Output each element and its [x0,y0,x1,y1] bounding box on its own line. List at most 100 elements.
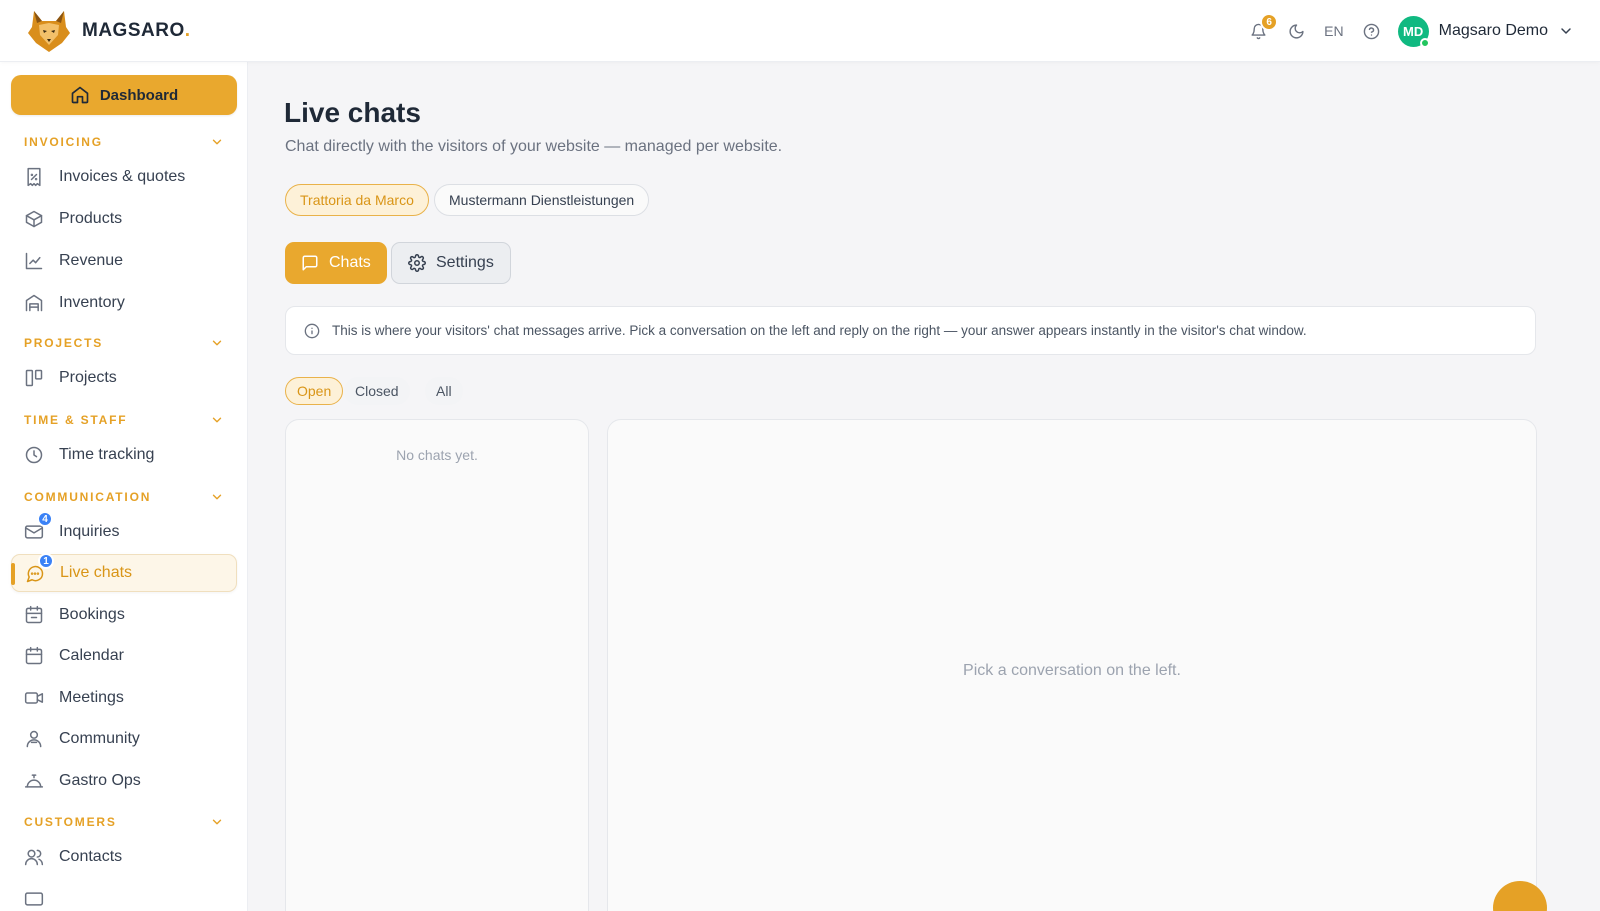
sidebar-item-inventory[interactable]: Inventory [11,284,237,322]
gear-icon [408,254,426,272]
sidebar-item-next[interactable] [11,880,237,911]
chevron-down-icon [212,340,222,346]
filter-open[interactable]: Open [285,377,344,405]
language-switcher[interactable]: EN [1324,23,1343,39]
message-square-icon [302,255,318,271]
tab-settings-label: Settings [436,254,494,271]
notifications-button[interactable]: 6 [1244,13,1279,45]
tab-chats[interactable]: Chats [285,242,387,284]
info-banner: This is where your visitors' chat messag… [285,306,1536,355]
brand-name: MAGSARO [82,20,185,41]
sidebar-item-products[interactable]: Products [11,200,237,238]
sidebar-item-live-chats[interactable]: 1 Live chats [11,553,237,592]
section-time-staff[interactable]: TIME & STAFF [24,412,224,428]
sidebar-item-label: Gastro Ops [59,772,141,789]
brand-logo[interactable]: MAGSARO. [28,9,191,53]
user-menu[interactable]: MD Magsaro Demo [1397,15,1574,48]
sidebar-item-label: Inventory [59,294,125,311]
sidebar-item-projects[interactable]: Projects [11,359,237,397]
section-communication[interactable]: COMMUNICATION [24,489,224,505]
sidebar: Dashboard INVOICING Invoices & quotes Pr… [0,62,248,911]
video-icon [24,692,44,704]
line-chart-icon [25,252,43,270]
tab-settings[interactable]: Settings [391,242,511,284]
info-text: This is where your visitors' chat messag… [332,323,1307,338]
chevron-down-icon [212,819,222,825]
avatar-initials: MD [1403,23,1424,39]
user-name: Magsaro Demo [1438,22,1548,39]
sidebar-item-revenue[interactable]: Revenue [11,242,237,280]
chevron-down-icon [212,494,222,500]
live-chats-count-badge: 1 [38,553,54,569]
website-chip-mustermann[interactable]: Mustermann Dienstleistungen [434,184,650,216]
section-title: PROJECTS [24,336,104,350]
chat-list-panel: No chats yet. [285,419,589,911]
moon-icon [1289,23,1304,39]
section-title: COMMUNICATION [24,490,152,504]
sidebar-item-bookings[interactable]: Bookings [11,596,237,634]
box-icon [25,210,43,228]
sidebar-item-label: Revenue [59,252,124,269]
filter-all[interactable]: All [425,377,463,405]
cloche-icon [24,774,44,788]
section-projects[interactable]: PROJECTS [24,335,224,351]
sidebar-item-gastro-ops[interactable]: Gastro Ops [11,762,237,800]
sidebar-item-inquiries[interactable]: 4 Inquiries [11,511,237,551]
active-indicator [11,563,15,585]
empty-conversation-message: Pick a conversation on the left. [963,662,1181,679]
users-icon [24,849,44,866]
page-subtitle: Chat directly with the visitors of your … [285,138,783,155]
home-icon [71,86,89,104]
sidebar-item-contacts[interactable]: Contacts [11,838,237,876]
main-content: Live chats Chat directly with the visito… [248,62,1600,911]
sidebar-item-community[interactable]: Community [11,720,237,758]
page-title: Live chats [284,97,421,128]
help-circle-icon [1363,23,1380,39]
help-button[interactable] [1358,17,1386,45]
brand-dot: . [184,20,191,41]
chevron-down-icon [212,139,222,145]
sidebar-item-calendar[interactable]: Calendar [11,637,237,675]
sidebar-item-label: Projects [59,369,117,386]
filter-closed[interactable]: Closed [344,377,410,405]
receipt-icon [27,167,41,187]
online-status-dot [1419,37,1430,48]
empty-chat-list-message: No chats yet. [396,447,478,463]
section-customers[interactable]: CUSTOMERS [24,814,224,830]
sidebar-item-label: Contacts [59,848,123,865]
sidebar-item-label: Bookings [59,606,125,623]
clock-icon [25,446,43,464]
section-title: TIME & STAFF [24,413,128,427]
sidebar-item-invoices[interactable]: Invoices & quotes [11,158,237,196]
sidebar-item-label: Community [59,730,140,747]
sidebar-item-time-tracking[interactable]: Time tracking [11,436,237,474]
calendar-icon [25,646,43,665]
avatar: MD [1397,15,1430,48]
sidebar-item-label: Calendar [59,647,124,664]
theme-toggle-button[interactable] [1282,17,1310,45]
section-title: CUSTOMERS [24,815,117,829]
inquiries-count-badge: 4 [37,511,53,527]
info-icon [304,323,320,338]
sidebar-item-label: Products [59,210,123,227]
warehouse-icon [25,294,43,312]
conversation-panel: Pick a conversation on the left. [607,419,1537,911]
sidebar-item-label: Inquiries [59,523,120,540]
section-invoicing[interactable]: INVOICING [24,134,224,150]
calendar-check-icon [25,605,43,624]
website-chip-trattoria[interactable]: Trattoria da Marco [285,184,429,216]
notification-count-badge: 6 [1260,13,1279,31]
sidebar-item-meetings[interactable]: Meetings [11,679,237,717]
community-icon [26,730,42,748]
sidebar-item-label: Live chats [60,564,133,581]
dashboard-button[interactable]: Dashboard [11,75,237,115]
sidebar-item-label: Invoices & quotes [59,168,186,185]
section-title: INVOICING [24,135,103,149]
tab-chats-label: Chats [329,254,371,271]
sidebar-item-label: Time tracking [59,446,155,463]
chevron-down-icon [1561,28,1571,34]
sidebar-item-label: Meetings [59,689,124,706]
wolf-logo-icon [28,11,70,52]
card-icon [24,892,44,906]
kanban-icon [25,369,43,387]
